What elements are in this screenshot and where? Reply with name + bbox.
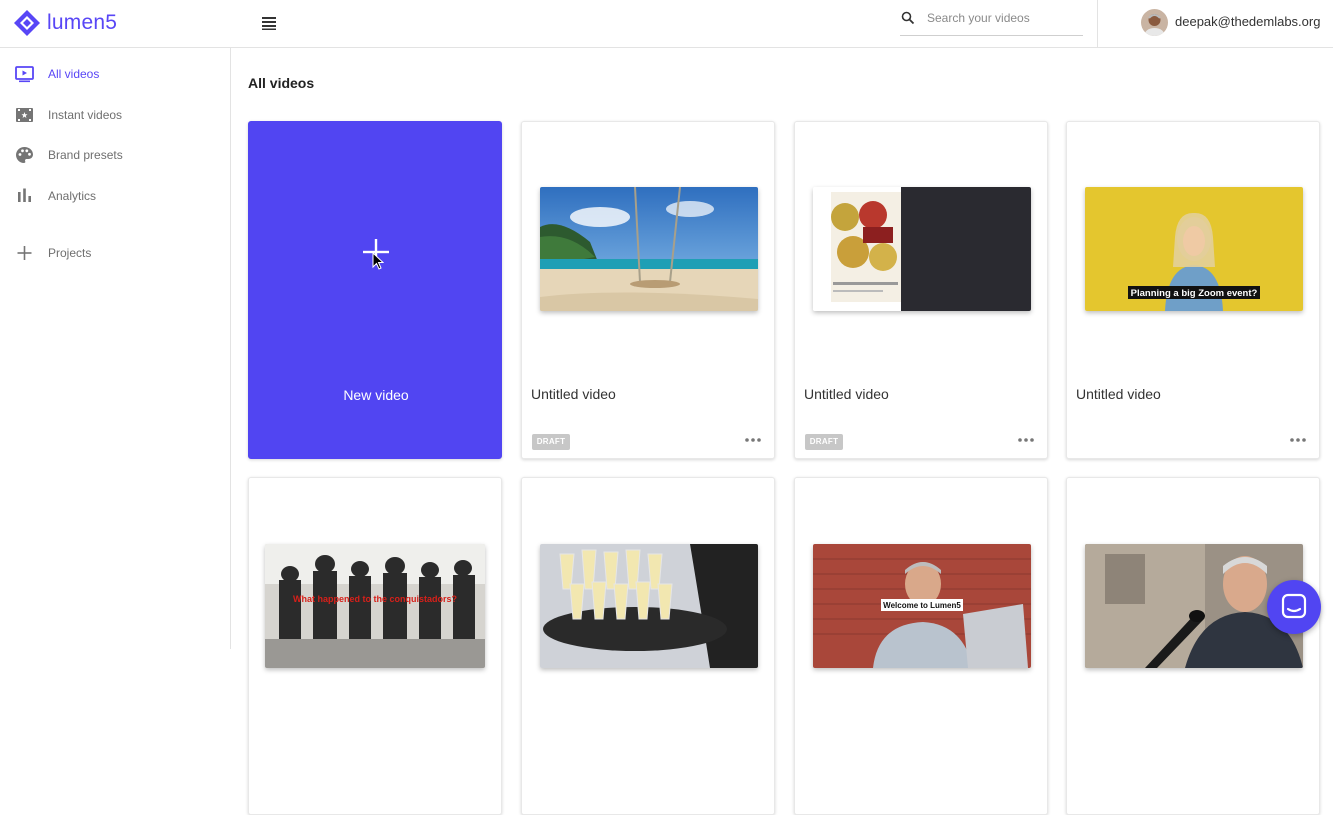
sidebar-item-label: Analytics — [48, 189, 97, 203]
play-screen-icon — [15, 66, 34, 83]
more-options-icon[interactable] — [744, 435, 762, 445]
video-title[interactable]: Untitled video — [531, 386, 616, 402]
video-card[interactable]: Untitled video DRAFT — [794, 121, 1048, 459]
sidebar-item-projects[interactable]: Projects — [0, 236, 229, 270]
search-input[interactable] — [927, 9, 1077, 27]
video-thumbnail[interactable] — [813, 187, 1031, 311]
search-icon — [901, 11, 915, 25]
header-divider — [1097, 0, 1098, 47]
mouse-cursor-icon — [372, 252, 384, 270]
chat-icon — [1281, 593, 1307, 619]
draft-badge: DRAFT — [805, 434, 843, 450]
film-icon — [16, 108, 33, 122]
sidebar-item-all-videos[interactable]: All videos — [0, 57, 229, 91]
video-thumbnail[interactable]: Welcome to Lumen5 — [813, 544, 1031, 668]
lumen5-logo[interactable]: lumen5 — [13, 9, 117, 37]
thumbnail-caption: Welcome to Lumen5 — [883, 601, 961, 610]
video-card[interactable]: Planning a big Zoom event? Untitled vide… — [1066, 121, 1320, 459]
sidebar-item-brand-presets[interactable]: Brand presets — [0, 138, 229, 172]
video-card[interactable]: Untitled video DRAFT — [521, 121, 775, 459]
chat-support-button[interactable] — [1267, 580, 1321, 634]
video-thumbnail[interactable]: What happened to the conquistadors? — [265, 544, 485, 668]
sidebar-item-analytics[interactable]: Analytics — [0, 179, 229, 213]
sidebar-item-label: Instant videos — [48, 108, 123, 122]
new-video-label: New video — [343, 387, 409, 403]
sidebar-item-label: All videos — [48, 67, 100, 81]
thumbnail-caption: What happened to the conquistadors? — [293, 594, 457, 604]
page-title: All videos — [248, 75, 315, 91]
video-card[interactable] — [1066, 477, 1320, 815]
lumen5-logo-text: lumen5 — [47, 11, 118, 34]
sidebar: All videos Instant videos Brand presets — [0, 48, 231, 649]
plus-icon — [17, 246, 32, 260]
user-email[interactable]: deepak@thedemlabs.org — [1175, 14, 1320, 29]
video-thumbnail[interactable]: Planning a big Zoom event? — [1085, 187, 1303, 311]
draft-badge: DRAFT — [532, 434, 570, 450]
top-header: lumen5 deepak@thedemlabs.org — [0, 0, 1333, 48]
video-title[interactable]: Untitled video — [1076, 386, 1161, 402]
video-thumbnail[interactable] — [540, 187, 758, 311]
video-title[interactable]: Untitled video — [804, 386, 889, 402]
hamburger-menu-icon[interactable] — [261, 15, 277, 31]
search-bar — [900, 6, 1083, 36]
bar-chart-icon — [18, 188, 31, 202]
more-options-icon[interactable] — [1017, 435, 1035, 445]
thumbnail-caption: Planning a big Zoom event? — [1131, 288, 1258, 299]
video-card[interactable] — [521, 477, 775, 815]
video-card[interactable]: Welcome to Lumen5 — [794, 477, 1048, 815]
palette-icon — [16, 147, 33, 163]
video-thumbnail[interactable] — [540, 544, 758, 668]
sidebar-item-label: Projects — [48, 246, 92, 260]
new-video-card[interactable]: New video — [248, 121, 502, 459]
sidebar-item-instant-videos[interactable]: Instant videos — [0, 98, 229, 132]
video-card[interactable]: What happened to the conquistadors? — [248, 477, 502, 815]
lumen5-logo-icon — [14, 10, 40, 36]
user-avatar[interactable] — [1141, 9, 1168, 36]
more-options-icon[interactable] — [1289, 435, 1307, 445]
sidebar-item-label: Brand presets — [48, 148, 123, 162]
